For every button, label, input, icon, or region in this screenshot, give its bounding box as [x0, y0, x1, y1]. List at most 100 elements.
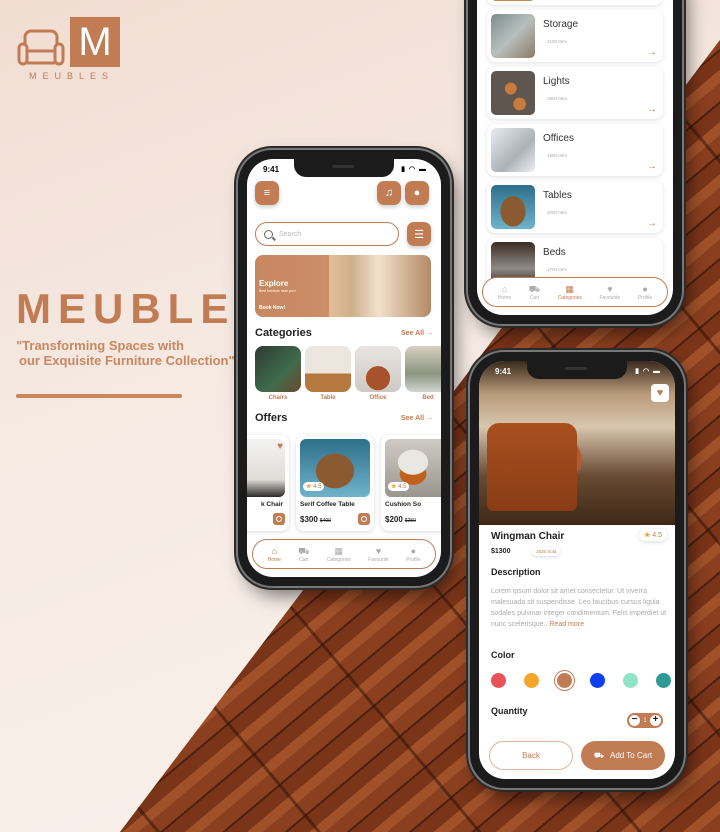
- description-text: Lorem ipsum dolor sit amet consectetur. …: [491, 586, 671, 630]
- tab-categories[interactable]: ▦ Categories: [327, 546, 351, 563]
- tab-favourite[interactable]: ♥ Favourite: [599, 284, 620, 301]
- rating-value: 4.5: [652, 532, 662, 539]
- tab-label: Favourite: [368, 556, 389, 563]
- category-label: Office: [369, 395, 387, 401]
- category-label: Bed: [422, 395, 434, 401]
- offer-card[interactable]: ♥ k Chair: [247, 435, 289, 531]
- menu-icon: ≡: [263, 187, 271, 199]
- status-bar: 9:41 ▮ ◠ ▬: [247, 165, 441, 177]
- tab-profile[interactable]: ● Profile: [638, 284, 652, 301]
- add-to-cart-button[interactable]: [273, 513, 285, 525]
- offers-see-all-link[interactable]: See All →: [401, 415, 433, 422]
- cart-icon: ⛟: [528, 283, 541, 294]
- heart-icon[interactable]: ♥: [277, 441, 283, 452]
- rating-value: 4.5: [313, 484, 322, 490]
- heart-icon: ♥: [656, 387, 664, 399]
- favourite-button[interactable]: ♥: [651, 384, 669, 402]
- color-swatch[interactable]: [524, 673, 539, 688]
- tab-label: Home: [267, 556, 281, 563]
- color-swatch[interactable]: [557, 673, 572, 688]
- color-swatch[interactable]: [491, 673, 506, 688]
- categories-heading: Categories: [255, 327, 312, 339]
- category-label: Chairs: [268, 395, 288, 401]
- divider: [16, 394, 182, 398]
- offers-heading: Offers: [255, 412, 288, 424]
- read-more-link[interactable]: Read more: [549, 621, 584, 628]
- quantity-value: 1: [643, 717, 647, 724]
- tagline: "Transforming Spaces with our Exquisite …: [16, 338, 235, 368]
- tagline-line-2: our Exquisite Furniture Collection": [19, 353, 235, 368]
- menu-button[interactable]: ≡: [255, 181, 279, 205]
- back-button[interactable]: Back: [489, 741, 573, 770]
- category-bed[interactable]: Bed: [405, 346, 441, 401]
- categories-see-all-link[interactable]: See All →: [401, 330, 433, 337]
- category-carousel: Chairs Table Office Bed: [255, 346, 441, 401]
- quantity-stepper: − 1 +: [627, 713, 663, 728]
- tab-categories[interactable]: ▦ Categories: [558, 284, 582, 301]
- price-old: $250: [404, 518, 416, 524]
- cart-icon: ⛟: [593, 750, 604, 760]
- rating-badge: ★ 4.5: [388, 482, 410, 491]
- tab-cart[interactable]: ⛟ Cart: [298, 546, 309, 563]
- offer-name: Cushion So: [385, 501, 422, 508]
- color-swatch[interactable]: [590, 673, 605, 688]
- arrow-right-icon[interactable]: →: [647, 0, 657, 1]
- increase-quantity-button[interactable]: +: [650, 715, 661, 726]
- category-count: 1700 Item: [547, 267, 568, 272]
- star-icon: ★: [306, 484, 312, 490]
- grid-icon: ▦: [565, 283, 575, 294]
- quantity-heading: Quantity: [491, 706, 528, 716]
- category-name: Beds: [543, 247, 566, 258]
- add-to-cart-button[interactable]: [358, 513, 370, 525]
- logo-mark: M: [70, 17, 120, 67]
- tab-profile[interactable]: ● Profile: [406, 546, 420, 563]
- color-swatch[interactable]: [656, 673, 671, 688]
- bottom-tab-bar: ⌂ Home ⛟ Cart ▦ Categories ♥ Favourite ● Prof…: [482, 277, 668, 307]
- tab-cart[interactable]: ⛟ Cart: [529, 284, 540, 301]
- notifications-button[interactable]: ♫: [377, 181, 401, 205]
- logo-wordmark: MEUBLES: [29, 71, 115, 81]
- category-list-item[interactable]: Storage 2100 Item →: [487, 10, 663, 62]
- promo-banner[interactable]: Explore Best furniture near you ! Book N…: [255, 255, 431, 317]
- sofa-icon: [17, 29, 65, 66]
- search-input[interactable]: Search: [255, 222, 399, 246]
- category-table[interactable]: Table: [305, 346, 351, 401]
- color-swatch[interactable]: [623, 673, 638, 688]
- category-chairs[interactable]: Chairs: [255, 346, 301, 401]
- signal-wifi-battery-icon: ▮ ◠ ▬: [635, 368, 661, 375]
- category-image: [355, 346, 401, 392]
- offer-card[interactable]: ★ 4.5 Serif Coffee Table $300 $400: [296, 435, 374, 531]
- tab-label: Cart: [529, 294, 540, 301]
- category-list-item[interactable]: Lights 1800 Item →: [487, 67, 663, 119]
- cart-icon: ⛟: [298, 545, 310, 556]
- category-list-item[interactable]: Offices 1900 Item →: [487, 124, 663, 176]
- category-list-item[interactable]: →: [487, 0, 663, 5]
- offer-card[interactable]: ★ 4.5 Cushion So $200 $250: [381, 435, 441, 531]
- tab-label: Categories: [557, 294, 582, 301]
- offer-price: $300 $400: [300, 515, 331, 524]
- category-count: 1900 Item: [547, 153, 568, 158]
- arrow-right-icon[interactable]: →: [647, 47, 657, 58]
- category-office[interactable]: Office: [355, 346, 401, 401]
- profile-button[interactable]: ●: [405, 181, 429, 205]
- categories-screen: → Storage 2100 Item → Lights 1800 Item →…: [477, 0, 673, 315]
- category-list-item[interactable]: Tables 2000 Item →: [487, 181, 663, 233]
- offer-name: Serif Coffee Table: [300, 501, 355, 508]
- category-thumb: [491, 71, 535, 115]
- tab-home[interactable]: ⌂ Home: [498, 284, 511, 301]
- heart-icon: ♥: [607, 283, 613, 294]
- add-to-cart-button[interactable]: ⛟ Add To Cart: [581, 741, 665, 770]
- arrow-right-icon[interactable]: →: [647, 161, 657, 172]
- sold-badge: 1526 Sold: [532, 547, 561, 556]
- filter-button[interactable]: ☰: [407, 222, 431, 246]
- book-now-button[interactable]: Book Now!: [259, 305, 285, 311]
- sliders-icon: ☰: [414, 228, 424, 241]
- offer-name: k Chair: [261, 501, 284, 508]
- arrow-right-icon[interactable]: →: [647, 218, 657, 229]
- description-heading: Description: [491, 567, 541, 577]
- arrow-right-icon[interactable]: →: [647, 104, 657, 115]
- tab-label: Profile: [406, 556, 421, 563]
- tab-favourite[interactable]: ♥ Favourite: [368, 546, 389, 563]
- tab-home[interactable]: ⌂ Home: [268, 546, 281, 563]
- decrease-quantity-button[interactable]: −: [629, 715, 640, 726]
